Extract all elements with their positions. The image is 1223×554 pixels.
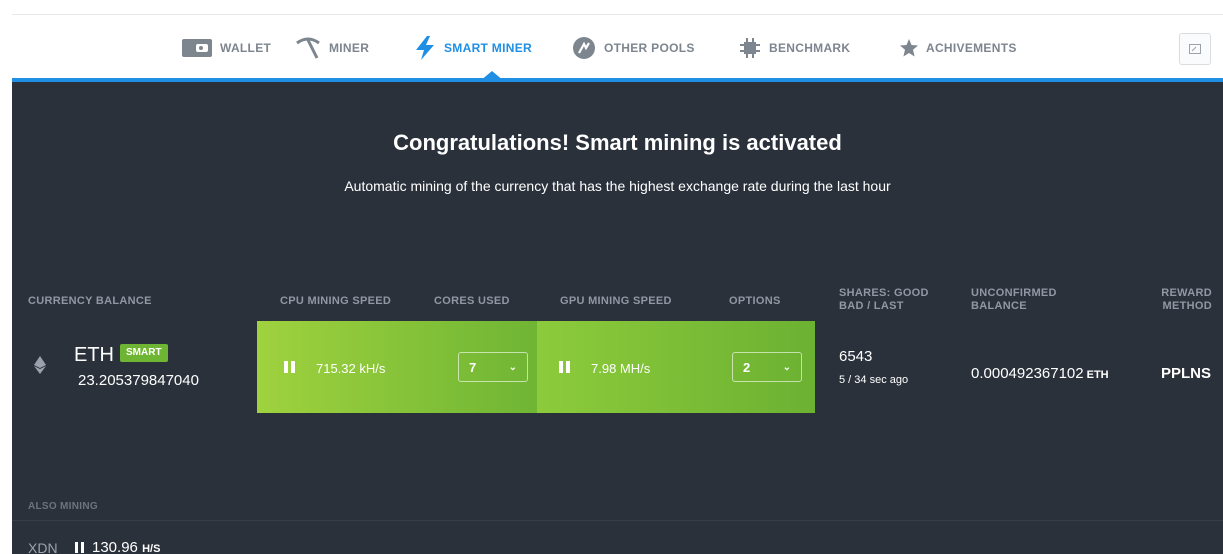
header-cpu-mining-speed: CPU MINING SPEED [280,295,392,307]
tab-benchmark[interactable]: BENCHMARK [739,15,850,81]
star-icon [900,39,918,57]
shares-bad-last: 5 / 34 sec ago [839,374,909,386]
currency-name: ETH [74,344,114,366]
cores-used-select[interactable]: 7 ⌄ [458,352,528,382]
pause-icon [75,542,78,553]
header-reward-line1: REWARD [1161,287,1212,299]
chevron-down-icon: ⌄ [782,361,791,373]
tab-wallet[interactable]: WALLET [182,15,271,81]
also-mining-label: ALSO MINING [28,501,98,512]
tab-miner[interactable]: MINER [295,15,369,81]
pause-icon [559,361,563,373]
also-mining-pause-button[interactable] [75,542,84,553]
header-options: OPTIONS [729,295,781,307]
header-unconfirmed-balance: UNCONFIRMED BALANCE [971,287,1057,313]
header-unconfirmed-line1: UNCONFIRMED [971,287,1057,299]
top-nav: WALLET MINER SMART MINER OTHER POOLS BEN… [12,14,1223,81]
pickaxe-icon [295,37,321,59]
header-reward-method: REWARD METHOD [1154,287,1212,313]
cores-used-value: 7 [469,359,477,375]
unconfirmed-balance: 0.000492367102 ETH [971,365,1109,382]
header-shares-line2: BAD / LAST [839,300,904,312]
options-value: 2 [743,359,751,375]
cpu-mining-speed: 715.32 kH/s [316,361,386,376]
pools-icon [572,36,596,60]
nav-underline [12,78,1223,82]
gpu-pause-button[interactable] [559,361,570,373]
reward-method: PPLNS [1161,365,1212,382]
tab-other-pools[interactable]: OTHER POOLS [572,15,695,81]
chip-icon [739,37,761,59]
pause-icon [284,361,288,373]
tab-achievements-label: ACHIVEMENTS [926,41,1017,55]
page-title: Congratulations! Smart mining is activat… [393,130,842,155]
page-subtitle: Automatic mining of the currency that ha… [344,178,891,194]
tab-benchmark-label: BENCHMARK [769,41,851,55]
header-currency-balance: CURRENCY BALANCE [28,295,152,307]
header-shares-line1: SHARES: GOOD [839,287,929,299]
unconfirmed-unit: ETH [1086,369,1109,381]
divider [12,520,1223,521]
tab-smart-miner-label: SMART MINER [444,41,532,55]
tab-miner-label: MINER [329,41,370,55]
options-select[interactable]: 2 ⌄ [732,352,802,382]
chevron-down-icon: ⌄ [508,361,517,373]
also-mining-speed: 130.96 H/S [92,539,160,554]
also-mining-currency: XDN [28,540,58,554]
header-cores-used: CORES USED [434,295,510,307]
also-mining-speed-unit: H/S [142,543,161,554]
header-gpu-mining-speed: GPU MINING SPEED [560,295,672,307]
smart-badge: SMART [120,344,168,362]
also-mining-speed-value: 130.96 [92,539,138,554]
currency-balance: 23.205379847040 [78,372,199,389]
gpu-mining-speed: 7.98 MH/s [591,361,651,376]
gpu-mining-panel: 7.98 MH/s 2 ⌄ [537,321,815,413]
cpu-pause-button[interactable] [284,361,295,373]
tab-wallet-label: WALLET [220,41,272,55]
header-unconfirmed-line2: BALANCE [971,300,1027,312]
tab-other-pools-label: OTHER POOLS [604,41,695,55]
window-icon [1189,44,1201,54]
wallet-icon [182,38,212,58]
tab-smart-miner[interactable]: SMART MINER [414,15,532,81]
header-reward-line2: METHOD [1162,300,1212,312]
app-window: WALLET MINER SMART MINER OTHER POOLS BEN… [12,14,1223,554]
header-shares: SHARES: GOOD BAD / LAST [839,287,929,313]
nav-tabs: WALLET MINER SMART MINER OTHER POOLS BEN… [12,15,1223,81]
unconfirmed-value: 0.000492367102 [971,365,1084,382]
tab-achievements[interactable]: ACHIVEMENTS [900,15,1017,81]
window-toggle-button[interactable] [1179,33,1211,65]
lightning-icon [414,36,436,60]
shares-good: 6543 [839,348,873,365]
cpu-mining-panel: 715.32 kH/s 7 ⌄ [257,321,537,413]
ethereum-icon [34,356,46,379]
